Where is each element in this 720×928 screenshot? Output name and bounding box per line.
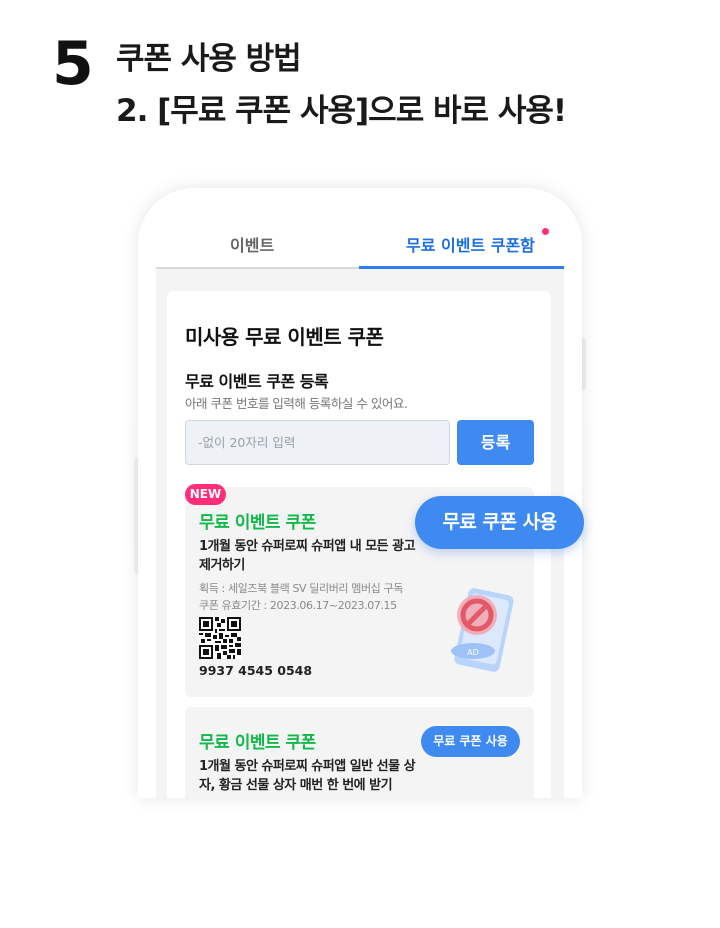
ad-block-phone-icon: AD — [451, 588, 514, 672]
ad-label: AD — [467, 648, 479, 657]
coupon-description: 1개월 동안 슈퍼로찌 슈퍼앱 일반 선물 상자, 황금 선물 상자 매번 한 … — [199, 759, 416, 793]
free-coupon-use-button-highlight[interactable]: 무료 쿠폰 사용 — [415, 496, 584, 549]
tab-free-event-coupon-box[interactable]: 무료 이벤트 쿠폰함 — [406, 232, 535, 256]
notification-dot — [542, 228, 549, 235]
tab-bar: 이벤트 무료 이벤트 쿠폰함 — [156, 208, 564, 269]
coupon-validity: 쿠폰 유효기간 : 2023.06.17~2023.07.15 — [199, 599, 397, 612]
section-title: 미사용 무료 이벤트 쿠폰 — [185, 325, 384, 349]
free-coupon-use-button[interactable]: 무료 쿠폰 사용 — [421, 726, 520, 757]
phone-frame: 이벤트 무료 이벤트 쿠폰함 미사용 무료 이벤트 쿠폰 무료 이벤트 쿠폰 등… — [138, 188, 582, 798]
register-button[interactable]: 등록 — [457, 420, 534, 465]
coupon-description: 1개월 동안 슈퍼로찌 슈퍼앱 내 모든 광고 제거하기 — [199, 539, 416, 573]
coupon-code-input[interactable]: -없이 20자리 입력 — [185, 420, 450, 465]
coupon-item: 무료 이벤트 쿠폰 1개월 동안 슈퍼로찌 슈퍼앱 일반 선물 상자, 황금 선… — [185, 707, 534, 798]
register-title: 무료 이벤트 쿠폰 등록 — [185, 372, 329, 391]
step-subtitle: 2. [무료 쿠폰 사용]으로 바로 사용! — [116, 93, 567, 129]
active-tab-indicator — [359, 266, 564, 269]
coupon-title: 무료 이벤트 쿠폰 — [199, 513, 316, 533]
coupon-code: 9937 4545 0548 — [199, 663, 313, 678]
coupon-title: 무료 이벤트 쿠폰 — [199, 733, 316, 753]
step-number: 5 — [52, 29, 94, 99]
qr-code-icon — [199, 617, 241, 659]
step-title: 쿠폰 사용 방법 — [116, 41, 302, 77]
new-badge: NEW — [185, 484, 226, 505]
coupon-acquired: 획득 : 세일즈북 블랙 SV 딜리버리 멤버십 구독 — [199, 582, 403, 595]
tab-event[interactable]: 이벤트 — [230, 232, 274, 256]
register-description: 아래 쿠폰 번호를 입력해 등록하실 수 있어요. — [185, 396, 408, 411]
